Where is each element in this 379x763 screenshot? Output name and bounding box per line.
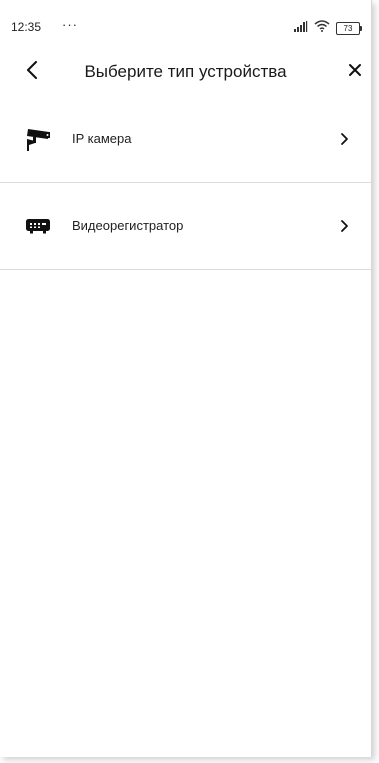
status-notification-dots: ··· (62, 17, 78, 32)
close-icon (348, 63, 362, 82)
status-bar: 12:35 ··· 73 (0, 0, 371, 40)
list-item-label: IP камера (72, 131, 132, 146)
wifi-icon (314, 19, 330, 37)
battery-icon: 73 (336, 21, 362, 35)
chevron-right-icon (337, 131, 353, 147)
device-type-list: IP камера Видеорегистратор (0, 96, 371, 270)
signal-icon (294, 19, 308, 37)
list-item-label: Видеорегистратор (72, 218, 184, 233)
back-button[interactable] (20, 60, 44, 84)
list-item-ip-camera[interactable]: IP камера (0, 96, 371, 183)
header: Выберите тип устройства (0, 52, 371, 92)
close-button[interactable] (343, 60, 367, 84)
back-arrow-icon (25, 60, 39, 84)
status-icons: 73 (294, 19, 362, 37)
app-screen: 12:35 ··· 73 Выберите тип устройства IP … (0, 0, 372, 757)
status-time: 12:35 (11, 20, 42, 34)
dvr-recorder-icon (24, 212, 52, 240)
chevron-right-icon (337, 218, 353, 234)
list-item-dvr[interactable]: Видеорегистратор (0, 183, 371, 270)
security-camera-icon (24, 125, 52, 153)
page-title: Выберите тип устройства (84, 62, 287, 81)
